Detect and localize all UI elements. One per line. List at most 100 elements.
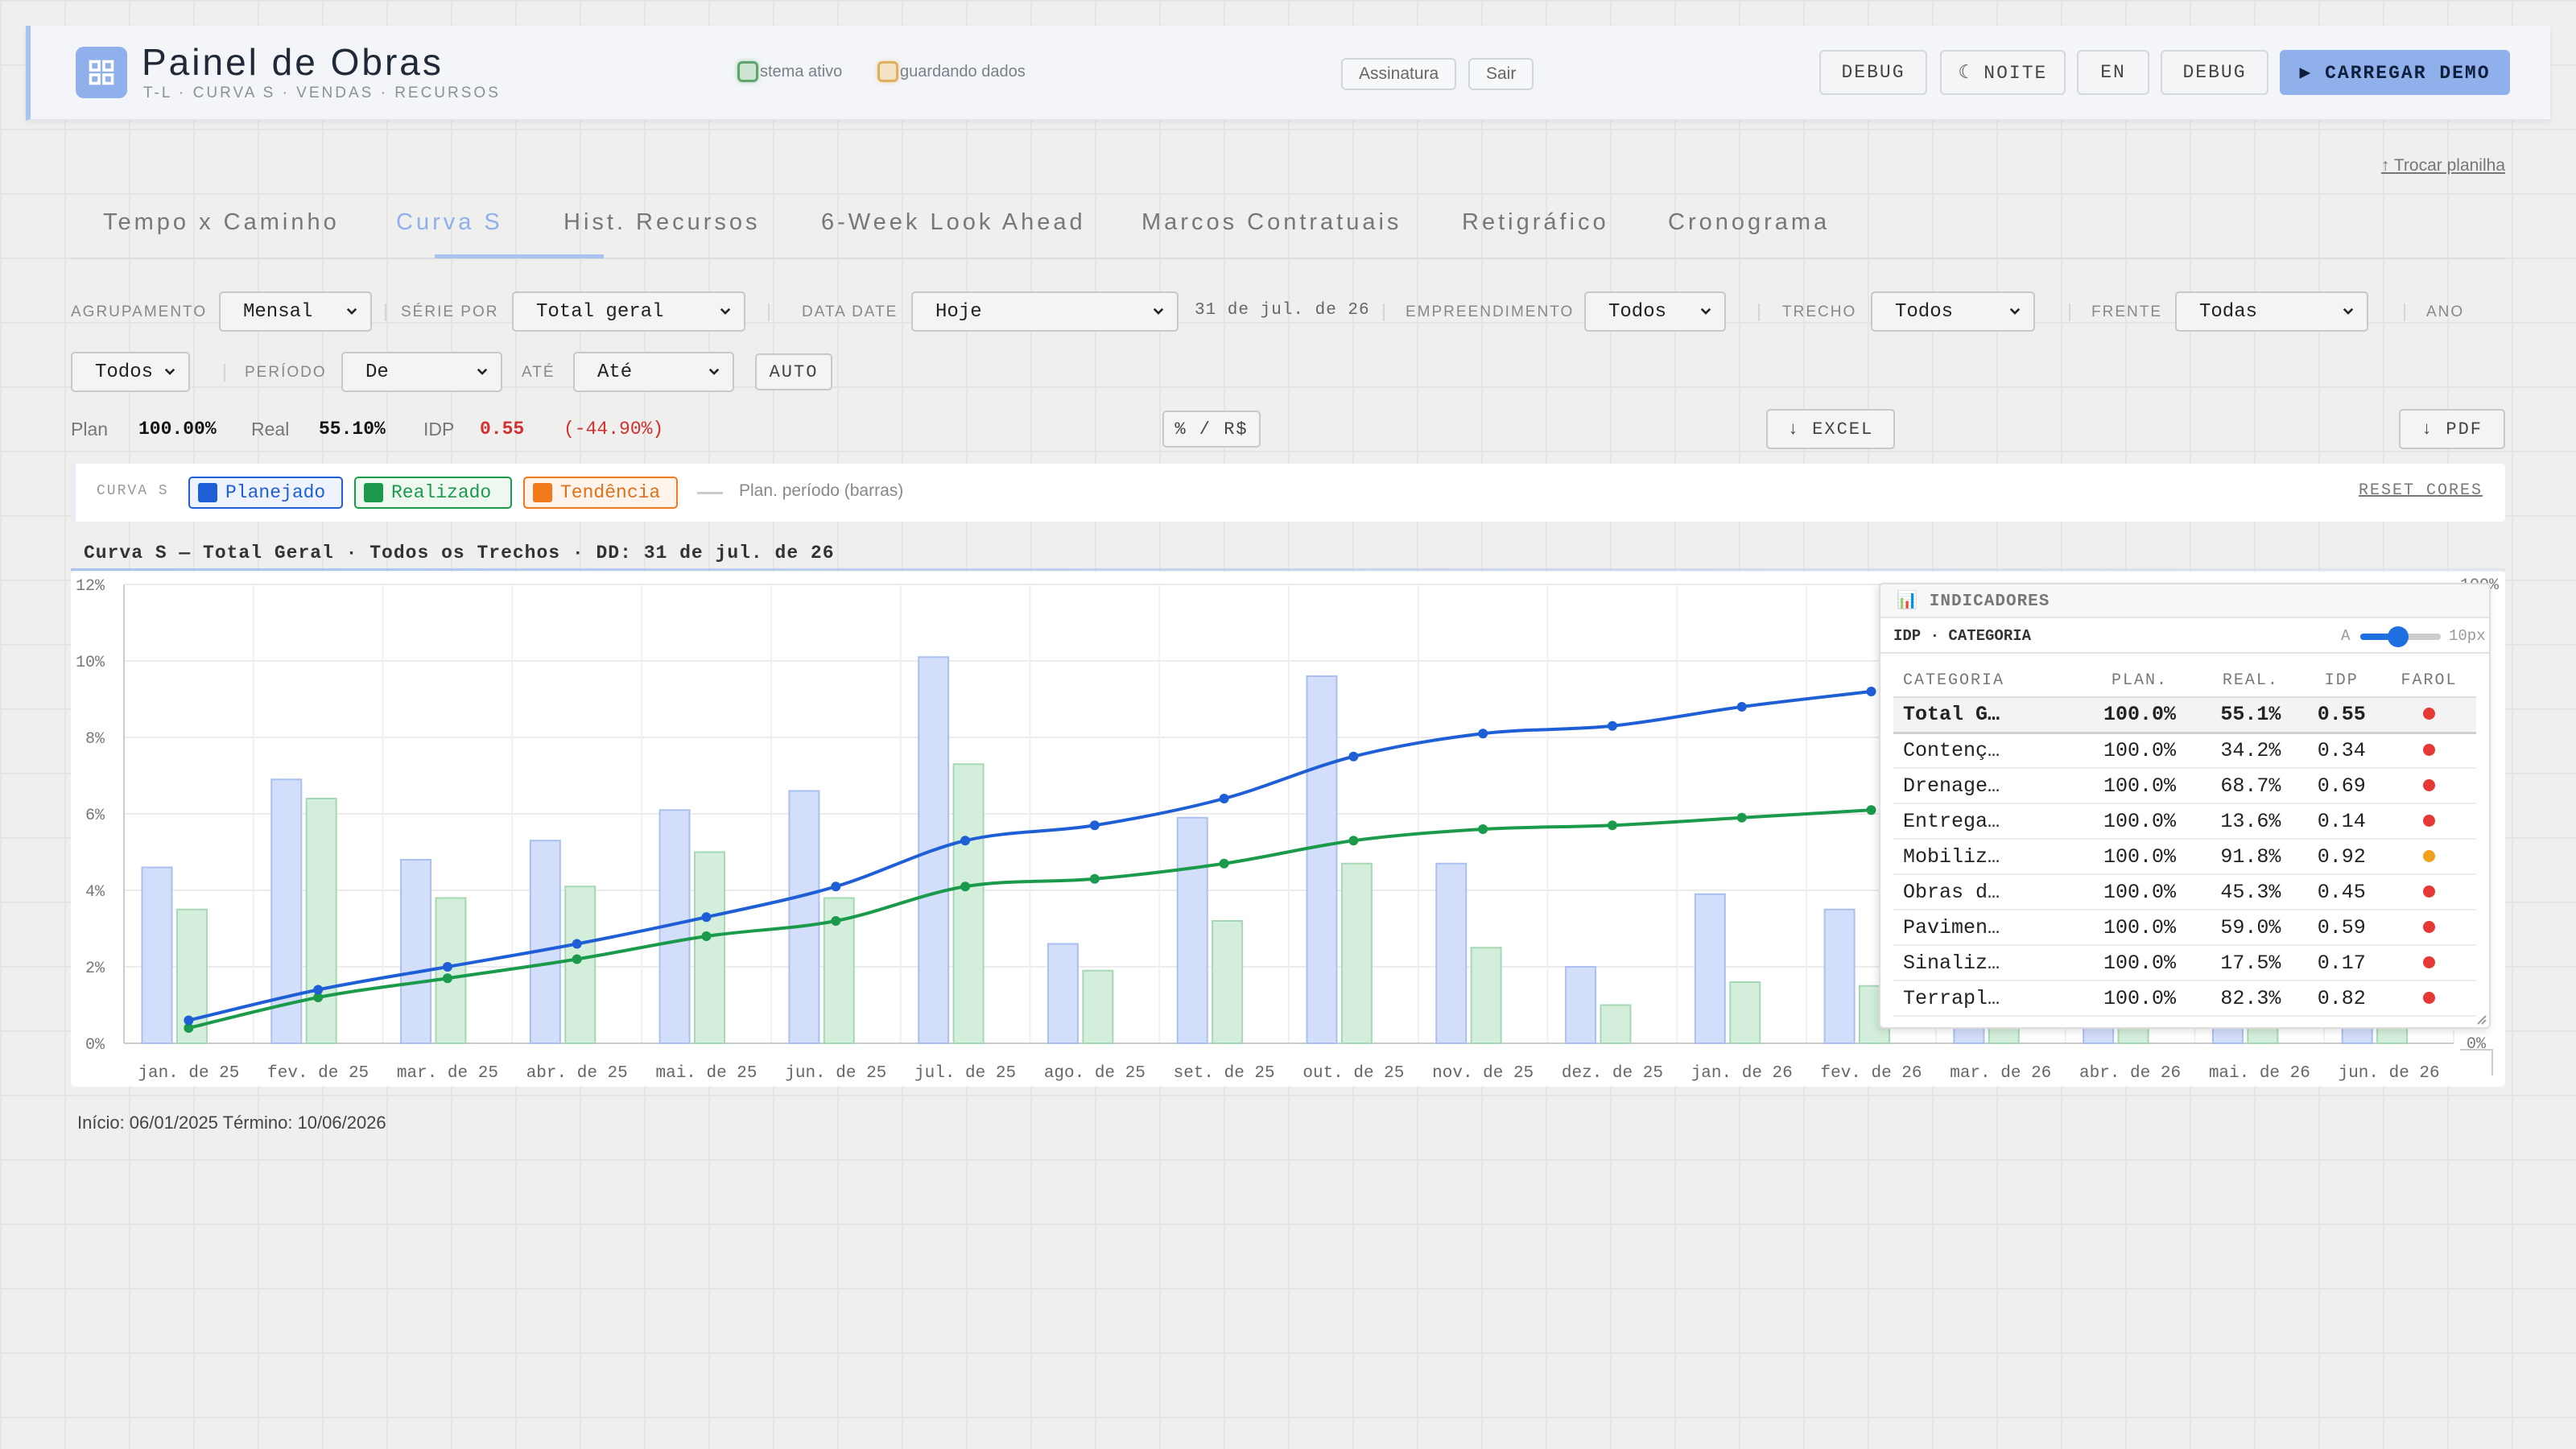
x-tick-label: mai. de 26 [2209,1064,2310,1083]
divider [1383,303,1385,321]
toggle-percent-currency-button[interactable]: % / R$ [1162,411,1261,448]
status-light-icon [2422,885,2435,898]
row-idp: 0.92 [2301,839,2382,875]
frente-label: FRENTE [2091,303,2162,320]
debug-button-2[interactable]: DEBUG [2161,50,2268,95]
tab-hist-recursos[interactable]: Hist. Recursos [564,209,761,236]
serie-select[interactable]: Total geral [512,291,745,332]
x-tick-label: jun. de 26 [2339,1064,2440,1083]
planned-period-bar [1823,908,1856,1044]
legend-trend-toggle[interactable]: Tendência [523,477,678,509]
row-category: Total G… [1893,697,2079,734]
export-excel-button[interactable]: ↓ EXCEL [1766,409,1895,449]
actual-point [701,931,712,941]
actual-point [960,881,971,892]
actual-period-bar [564,886,597,1044]
row-idp: 0.82 [2301,980,2382,1017]
swap-sheet-link[interactable]: ↑ Trocar planilha [2381,156,2505,175]
indicator-row: Total G… 100.0% 55.1% 0.55 [1893,697,2476,734]
tab-marcos-contratuais[interactable]: Marcos Contratuais [1141,209,1402,236]
tab-retigrafico[interactable]: Retigráfico [1462,209,1609,236]
project-dates: Início: 06/01/2025 Término: 10/06/2026 [77,1113,386,1133]
x-tick-label: mar. de 26 [1950,1064,2051,1083]
x-tick-label: dez. de 25 [1562,1064,1663,1083]
actual-period-bar [1340,862,1373,1044]
tab-tempo-caminho[interactable]: Tempo x Caminho [103,209,340,236]
legend-actual-toggle[interactable]: Realizado [354,477,512,509]
row-idp: 0.17 [2301,945,2382,981]
row-plan: 100.0% [2079,874,2201,910]
frente-select[interactable]: Todas [2175,291,2368,332]
debug-button[interactable]: DEBUG [1819,50,1927,95]
language-button[interactable]: EN [2077,50,2149,95]
trecho-select[interactable]: Todos [1871,291,2035,332]
reset-colors-button[interactable]: RESET CORES [2359,481,2483,500]
planned-point [1089,820,1100,831]
planned-period-bar [1694,893,1726,1044]
ate-select[interactable]: Até [573,352,734,392]
active-tab-indicator [435,254,604,258]
load-demo-button[interactable]: ▶ CARREGAR DEMO [2280,50,2510,95]
agrupamento-select[interactable]: Mensal [219,291,372,332]
legend-planned-toggle[interactable]: Planejado [188,477,343,509]
actual-point [1348,836,1359,846]
row-idp: 0.69 [2301,768,2382,804]
periodo-label: PERÍODO [245,364,327,381]
x-tick-label: set. de 25 [1174,1064,1275,1083]
datadate-select[interactable]: Hoje [911,291,1179,332]
periodo-select[interactable]: De [341,352,502,392]
status-light-icon [2422,814,2435,827]
chevron-down-icon [164,368,175,375]
ano-select[interactable]: Todos [71,352,190,392]
row-real: 17.5% [2200,945,2301,981]
trecho-label: TRECHO [1782,303,1857,320]
idp-label: IDP [423,419,455,440]
slider-handle[interactable] [2388,626,2409,647]
divider [224,364,225,382]
night-mode-button[interactable]: ☾ NOITE [1940,50,2066,95]
indicators-subheader: IDP · CATEGORIA A 10px [1880,618,2489,654]
tab-cronograma[interactable]: Cronograma [1668,209,1830,236]
resize-handle-icon[interactable] [2475,1013,2487,1026]
indicator-row: Entrega… 100.0% 13.6% 0.14 [1893,803,2476,840]
status-light-icon [2422,956,2435,968]
planned-point [1478,729,1488,739]
planned-swatch [198,483,217,502]
ano-value: Todos [95,361,154,383]
empreendimento-select[interactable]: Todos [1584,291,1726,332]
status-light-icon [2422,849,2435,862]
tab-six-week-look-ahead[interactable]: 6-Week Look Ahead [821,209,1086,236]
tab-bar: Tempo x Caminho Curva S Hist. Recursos 6… [71,200,2505,259]
row-category: Terrapl… [1893,980,2079,1017]
agrupamento-value: Mensal [243,300,313,323]
row-idp: 0.34 [2301,733,2382,769]
indicator-row: Pavimen… 100.0% 59.0% 0.59 [1893,910,2476,946]
planned-point [313,985,324,995]
agrupamento-label: AGRUPAMENTO [71,303,208,320]
indicator-row: Terrapl… 100.0% 82.3% 0.82 [1893,980,2476,1017]
indicator-row: Contenç… 100.0% 34.2% 0.34 [1893,733,2476,769]
logout-button[interactable]: Sair [1468,58,1534,90]
auto-button[interactable]: AUTO [755,353,832,390]
plan-value: 100.00% [138,419,217,440]
planned-point [442,962,452,972]
col-idp: IDP [2301,665,2382,698]
datadate-value: Hoje [935,300,982,323]
row-farol [2381,945,2476,981]
row-category: Obras d… [1893,874,2079,910]
tab-curva-s[interactable]: Curva S [396,209,503,236]
indicators-title: 📊 INDICADORES [1880,584,2489,618]
export-pdf-button[interactable]: ↓ PDF [2399,409,2505,449]
font-size-slider[interactable] [2360,626,2441,647]
idp-delta: (-44.90%) [564,419,664,440]
indicator-row: Mobiliz… 100.0% 91.8% 0.92 [1893,839,2476,875]
signature-button[interactable]: Assinatura [1341,58,1457,90]
row-farol [2381,980,2476,1017]
periodo-value: De [365,361,389,383]
actual-period-bar [952,763,985,1044]
y-tick-label: 0% [85,1036,105,1055]
planned-period-bar [141,866,173,1044]
app-subtitle: T-L · CURVA S · VENDAS · RECURSOS [143,85,501,101]
y-tick-label: 8% [85,730,105,749]
y-tick-label: 12% [76,577,105,596]
